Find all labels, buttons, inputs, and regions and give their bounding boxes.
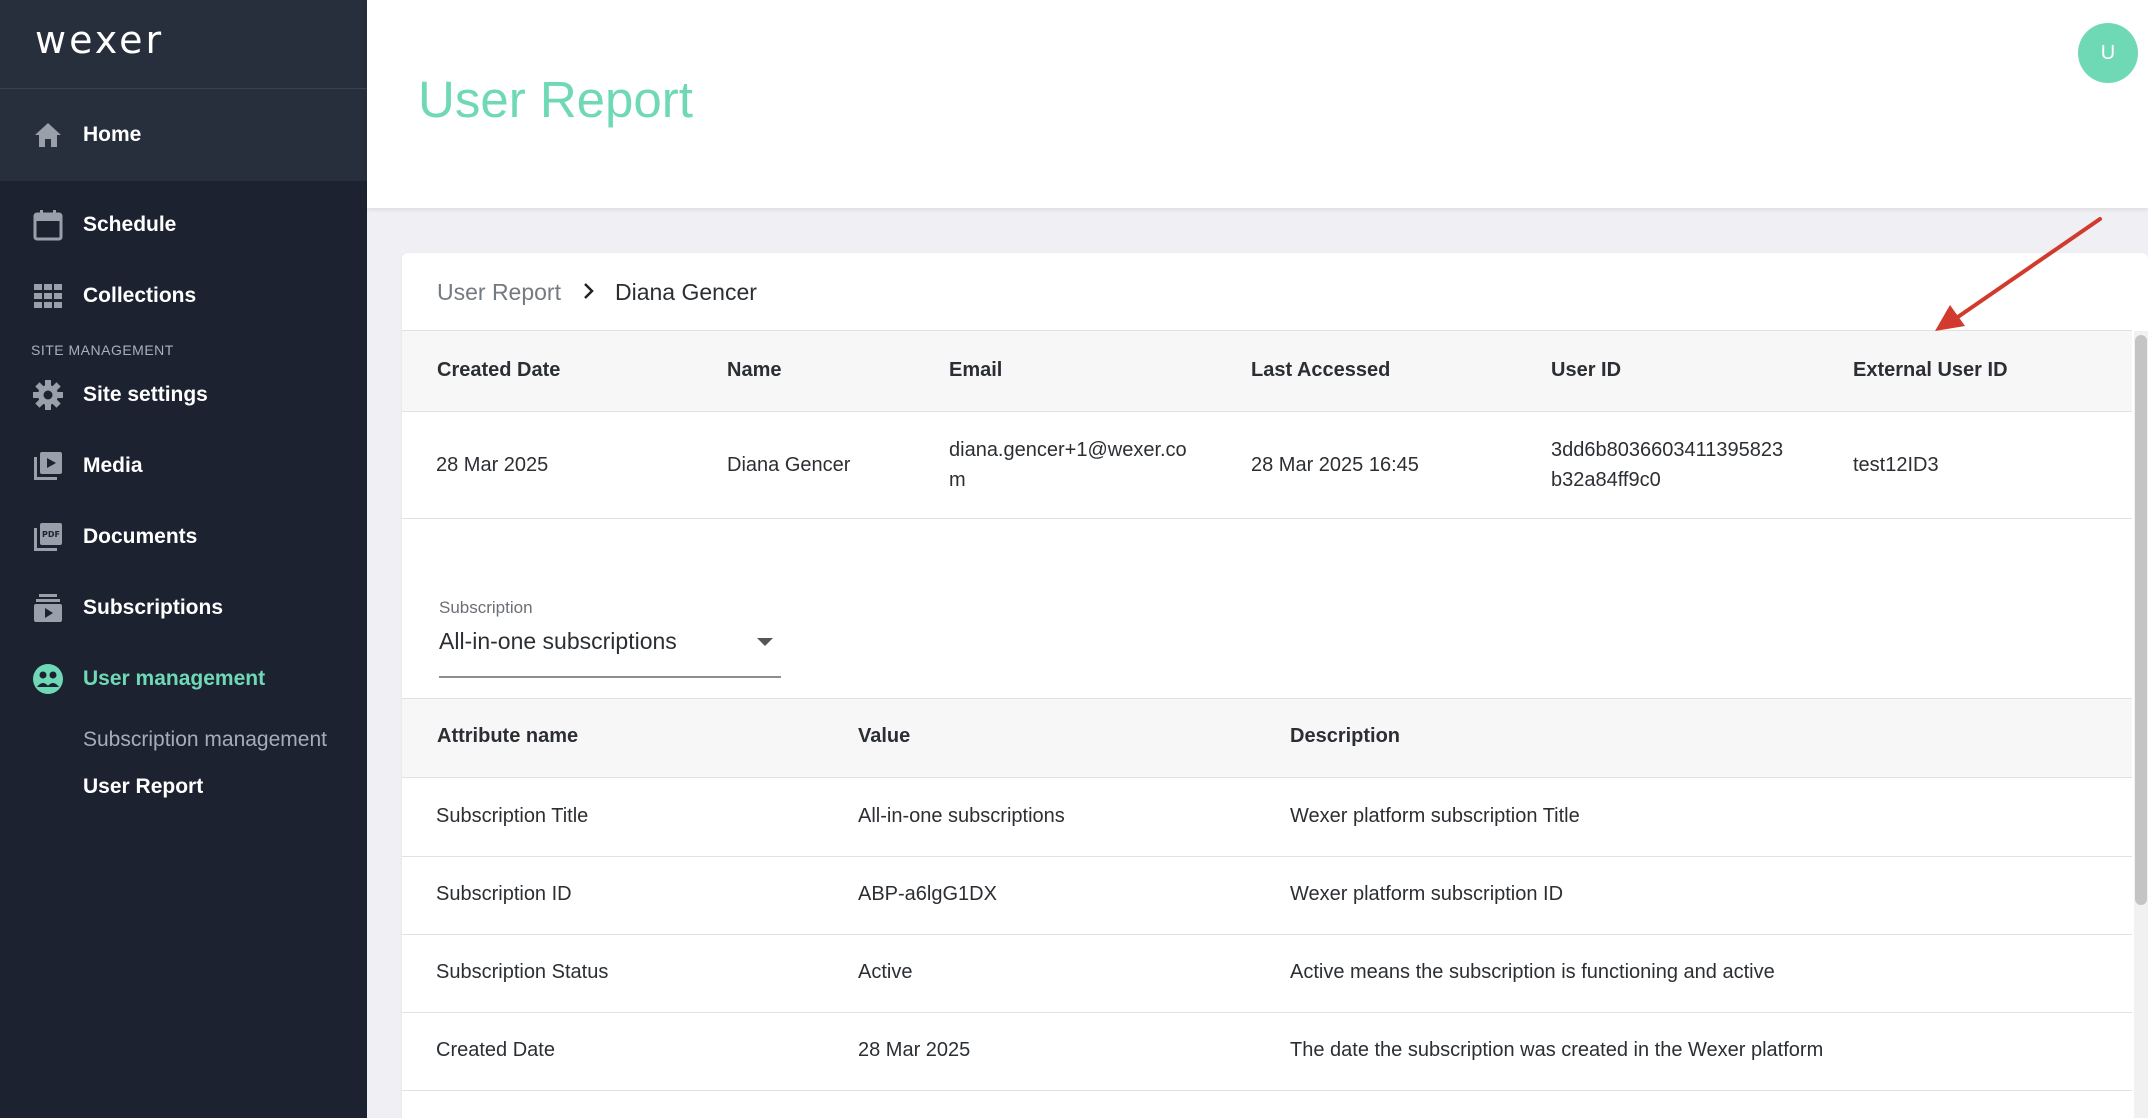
annotation-arrow-icon: [1935, 217, 2102, 331]
